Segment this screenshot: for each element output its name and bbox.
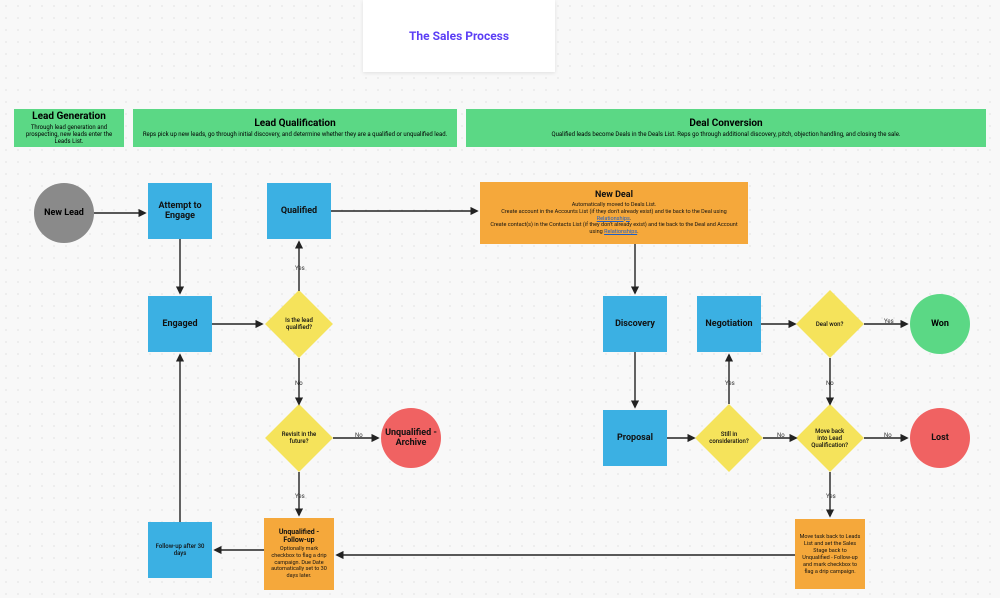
node-qualified[interactable]: Qualified [267, 183, 331, 239]
edge-label-no: No [355, 432, 363, 439]
edge-label-yes: Yes [725, 380, 735, 387]
phase-subtitle: Qualified leads become Deals in the Deal… [551, 131, 900, 138]
node-move-task-back[interactable]: Move task back to Leads List and set the… [795, 519, 865, 589]
node-revisit-future[interactable]: Revisit in the future? [265, 404, 333, 472]
phase-deal-conversion: Deal Conversion Qualified leads become D… [466, 109, 986, 147]
node-label: Negotiation [705, 319, 752, 329]
node-deal-won[interactable]: Deal won? [796, 290, 864, 358]
node-is-lead-qualified[interactable]: Is the lead qualified? [265, 290, 333, 358]
node-label: Is the lead qualified? [279, 317, 319, 331]
node-label: Proposal [617, 433, 653, 443]
phase-subtitle: Reps pick up new leads, go through initi… [143, 131, 447, 138]
node-lost[interactable]: Lost [910, 408, 970, 468]
node-label: Still in consideration? [709, 431, 749, 445]
node-subtitle: Move task back to Leads List and set the… [799, 534, 861, 575]
node-label: Move back into Lead Qualification? [810, 428, 850, 449]
node-label: Qualified [281, 206, 317, 216]
node-proposal[interactable]: Proposal [603, 410, 667, 466]
node-title: Unqualified - Follow-up [268, 528, 330, 544]
edge-label-no: No [884, 432, 892, 439]
edge-label-no: No [826, 380, 834, 387]
node-label: New Lead [44, 208, 84, 218]
phase-subtitle: Through lead generation and prospecting,… [20, 124, 118, 146]
phase-title: Lead Generation [32, 111, 106, 122]
title-text: The Sales Process [409, 29, 509, 43]
node-negotiation[interactable]: Negotiation [697, 296, 761, 352]
node-label: Revisit in the future? [279, 431, 319, 445]
phase-title: Lead Qualification [254, 118, 335, 129]
edge-label-no: No [777, 432, 785, 439]
edge-label-no: No [295, 380, 303, 387]
edge-label-yes: Yes [884, 318, 894, 325]
node-label: Engaged [162, 319, 197, 329]
node-label: Lost [931, 433, 949, 443]
node-subtitle: Automatically moved to Deals List. Creat… [484, 202, 744, 236]
node-label: Attempt to Engage [152, 201, 208, 221]
node-unqualified-follow-up[interactable]: Unqualified - Follow-up Optionally mark … [264, 518, 334, 590]
relationships-link[interactable]: Relationships [604, 229, 637, 235]
node-follow-up-30[interactable]: Follow-up after 30 days [148, 522, 212, 578]
diagram-title: The Sales Process [363, 0, 555, 72]
node-move-back[interactable]: Move back into Lead Qualification? [796, 404, 864, 472]
node-discovery[interactable]: Discovery [603, 296, 667, 352]
node-new-deal[interactable]: New Deal Automatically moved to Deals Li… [480, 182, 748, 244]
node-new-lead[interactable]: New Lead [34, 183, 94, 243]
node-won[interactable]: Won [910, 294, 970, 354]
edge-label-yes: Yes [295, 493, 305, 500]
relationships-link[interactable]: Relationships [597, 216, 630, 222]
node-label: Deal won? [810, 321, 850, 328]
node-subtitle: Optionally mark checkbox to flag a drip … [268, 546, 330, 580]
node-engaged[interactable]: Engaged [148, 296, 212, 352]
node-label: Unqualified - Archive [385, 428, 437, 448]
node-unqualified-archive[interactable]: Unqualified - Archive [381, 408, 441, 468]
node-still-consideration[interactable]: Still in consideration? [695, 404, 763, 472]
node-label: Follow-up after 30 days [152, 543, 208, 557]
phase-lead-qualification: Lead Qualification Reps pick up new lead… [133, 109, 457, 147]
node-label: Discovery [615, 319, 655, 329]
node-title: New Deal [595, 190, 633, 200]
edge-label-yes: Yes [826, 493, 836, 500]
phase-lead-generation: Lead Generation Through lead generation … [14, 109, 124, 147]
phase-title: Deal Conversion [689, 118, 762, 129]
node-label: Won [931, 319, 949, 329]
edge-label-yes: Yes [295, 265, 305, 272]
node-attempt-engage[interactable]: Attempt to Engage [148, 183, 212, 239]
